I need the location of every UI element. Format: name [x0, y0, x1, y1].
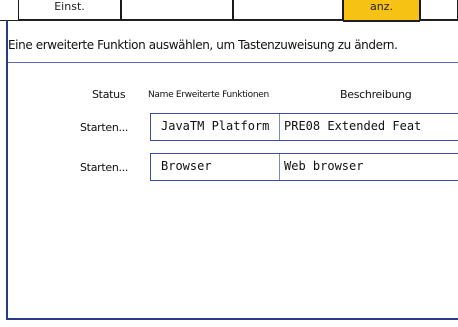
row-cell-divider — [279, 114, 280, 140]
instruction-separator — [8, 62, 458, 63]
column-header-description: Beschreibung — [340, 88, 412, 101]
tab-anz[interactable]: anz. — [343, 0, 420, 22]
extended-features-panel: Einst. anz. Eine erweiterte Funktion aus… — [0, 0, 458, 327]
tab-5[interactable] — [420, 0, 458, 20]
tab-anz-label: anz. — [370, 0, 393, 13]
row-name-cell: JavaTM Platform — [161, 119, 270, 133]
row-description-cell: PRE08 Extended Feat — [284, 119, 422, 133]
instruction-text: Eine erweiterte Funktion auswählen, um T… — [8, 38, 398, 52]
tab-bar: Einst. anz. — [0, 0, 458, 26]
row-status: Starten... — [80, 161, 129, 174]
table-row[interactable]: Browser Web browser — [150, 153, 458, 181]
panel-frame-left — [6, 20, 8, 320]
panel-frame-bottom — [6, 318, 458, 320]
tab-bar-underline — [0, 20, 458, 21]
row-description-cell: Web browser — [284, 159, 364, 173]
column-header-name: Name Erweiterte Funktionen — [148, 90, 269, 100]
tab-einst[interactable]: Einst. — [18, 0, 121, 20]
tab-3[interactable] — [233, 0, 343, 20]
tab-2[interactable] — [121, 0, 233, 20]
tab-einst-label: Einst. — [54, 0, 85, 13]
row-status: Starten... — [80, 121, 129, 134]
row-cell-divider — [279, 154, 280, 180]
column-header-status: Status — [92, 88, 126, 101]
row-name-cell: Browser — [161, 159, 212, 173]
table-row[interactable]: JavaTM Platform PRE08 Extended Feat — [150, 113, 458, 141]
